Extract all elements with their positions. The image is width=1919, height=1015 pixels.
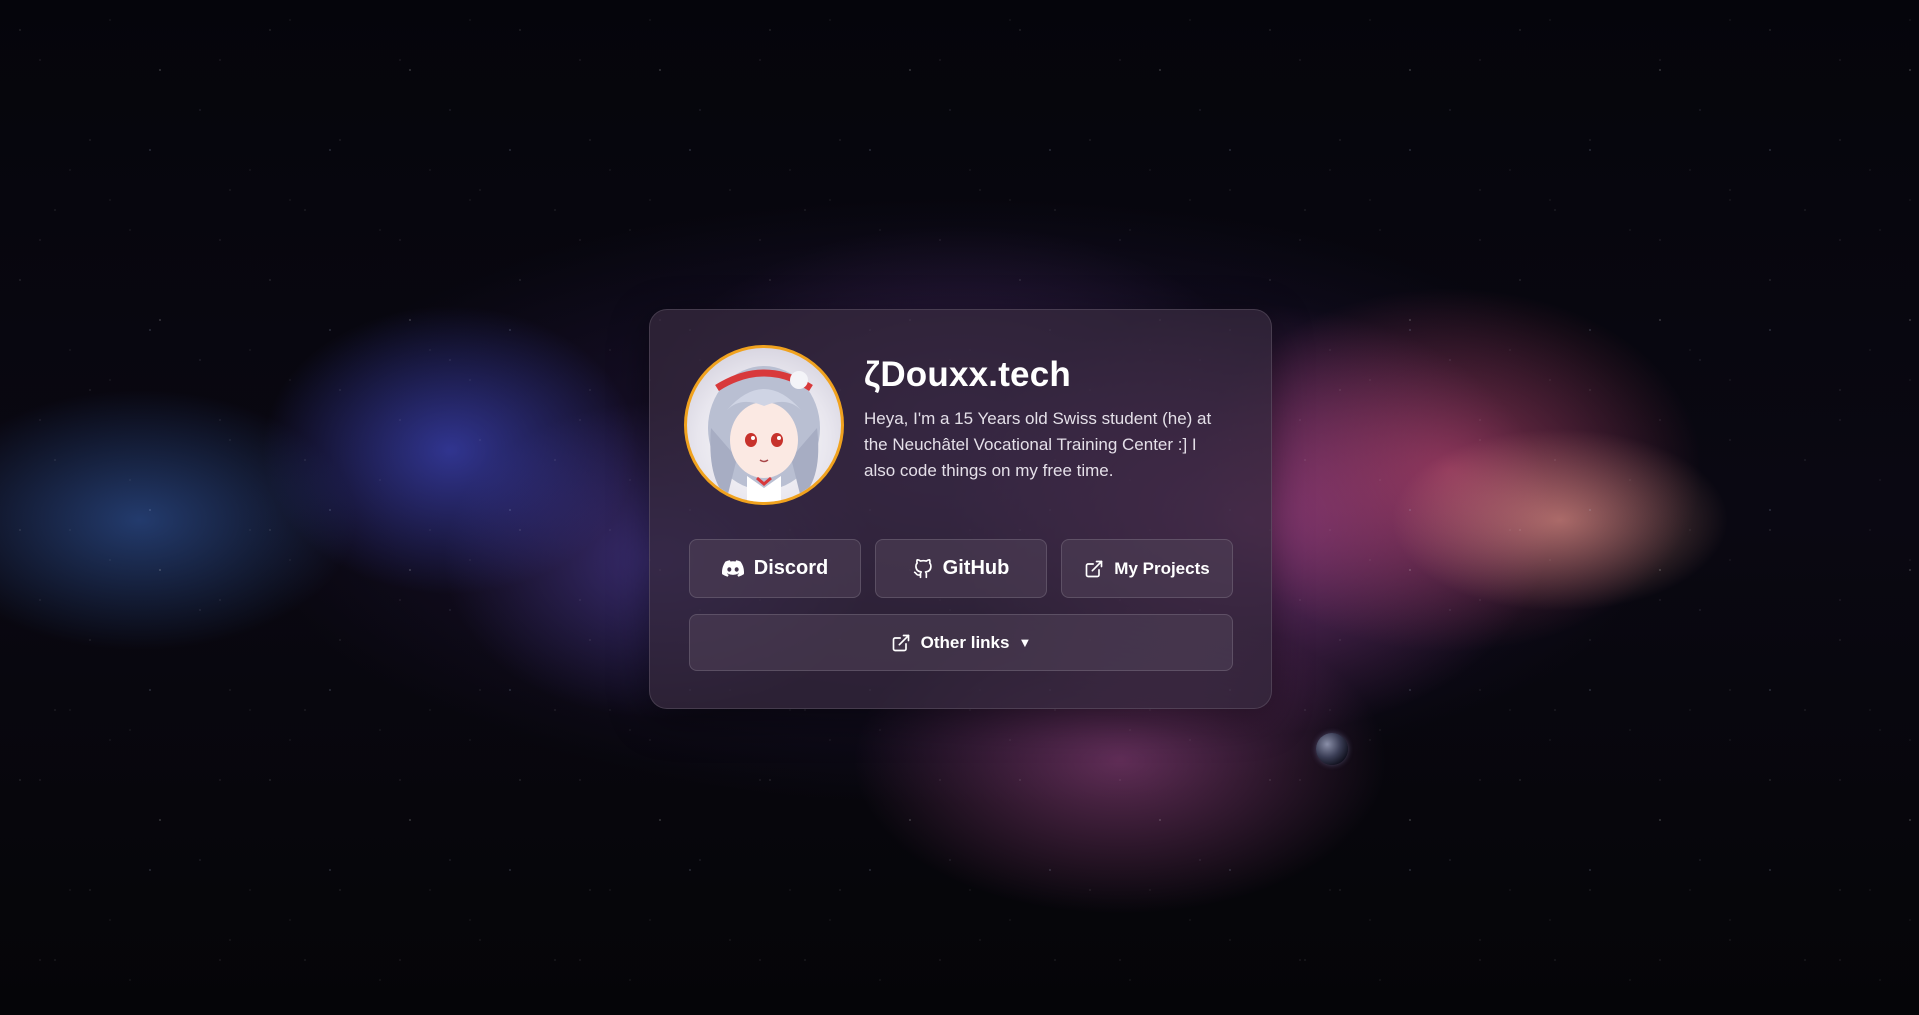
external-link-icon [1084, 559, 1104, 579]
profile-card: ζDouxx.tech Heya, I'm a 15 Years old Swi… [649, 309, 1272, 709]
my-projects-button-label: My Projects [1114, 558, 1210, 578]
profile-name: ζDouxx.tech [864, 355, 1071, 394]
discord-button[interactable]: Discord [689, 539, 861, 598]
discord-icon [721, 560, 744, 577]
profile-bio: Heya, I'm a 15 Years old Swiss student (… [864, 409, 1212, 480]
my-projects-button[interactable]: My Projects [1061, 539, 1233, 598]
other-links-dropdown[interactable]: Other links ▼ [689, 614, 1233, 671]
discord-button-label: Discord [753, 557, 829, 579]
avatar-illustration [708, 366, 820, 502]
github-button[interactable]: GitHub [875, 539, 1047, 598]
avatar [684, 345, 844, 505]
planet-image [1316, 733, 1348, 765]
other-links-label: Other links [920, 632, 1010, 652]
github-button-label: GitHub [942, 557, 1010, 579]
github-icon [913, 558, 933, 579]
caret-down-icon: ▼ [1018, 635, 1032, 650]
external-link-icon [891, 633, 911, 653]
